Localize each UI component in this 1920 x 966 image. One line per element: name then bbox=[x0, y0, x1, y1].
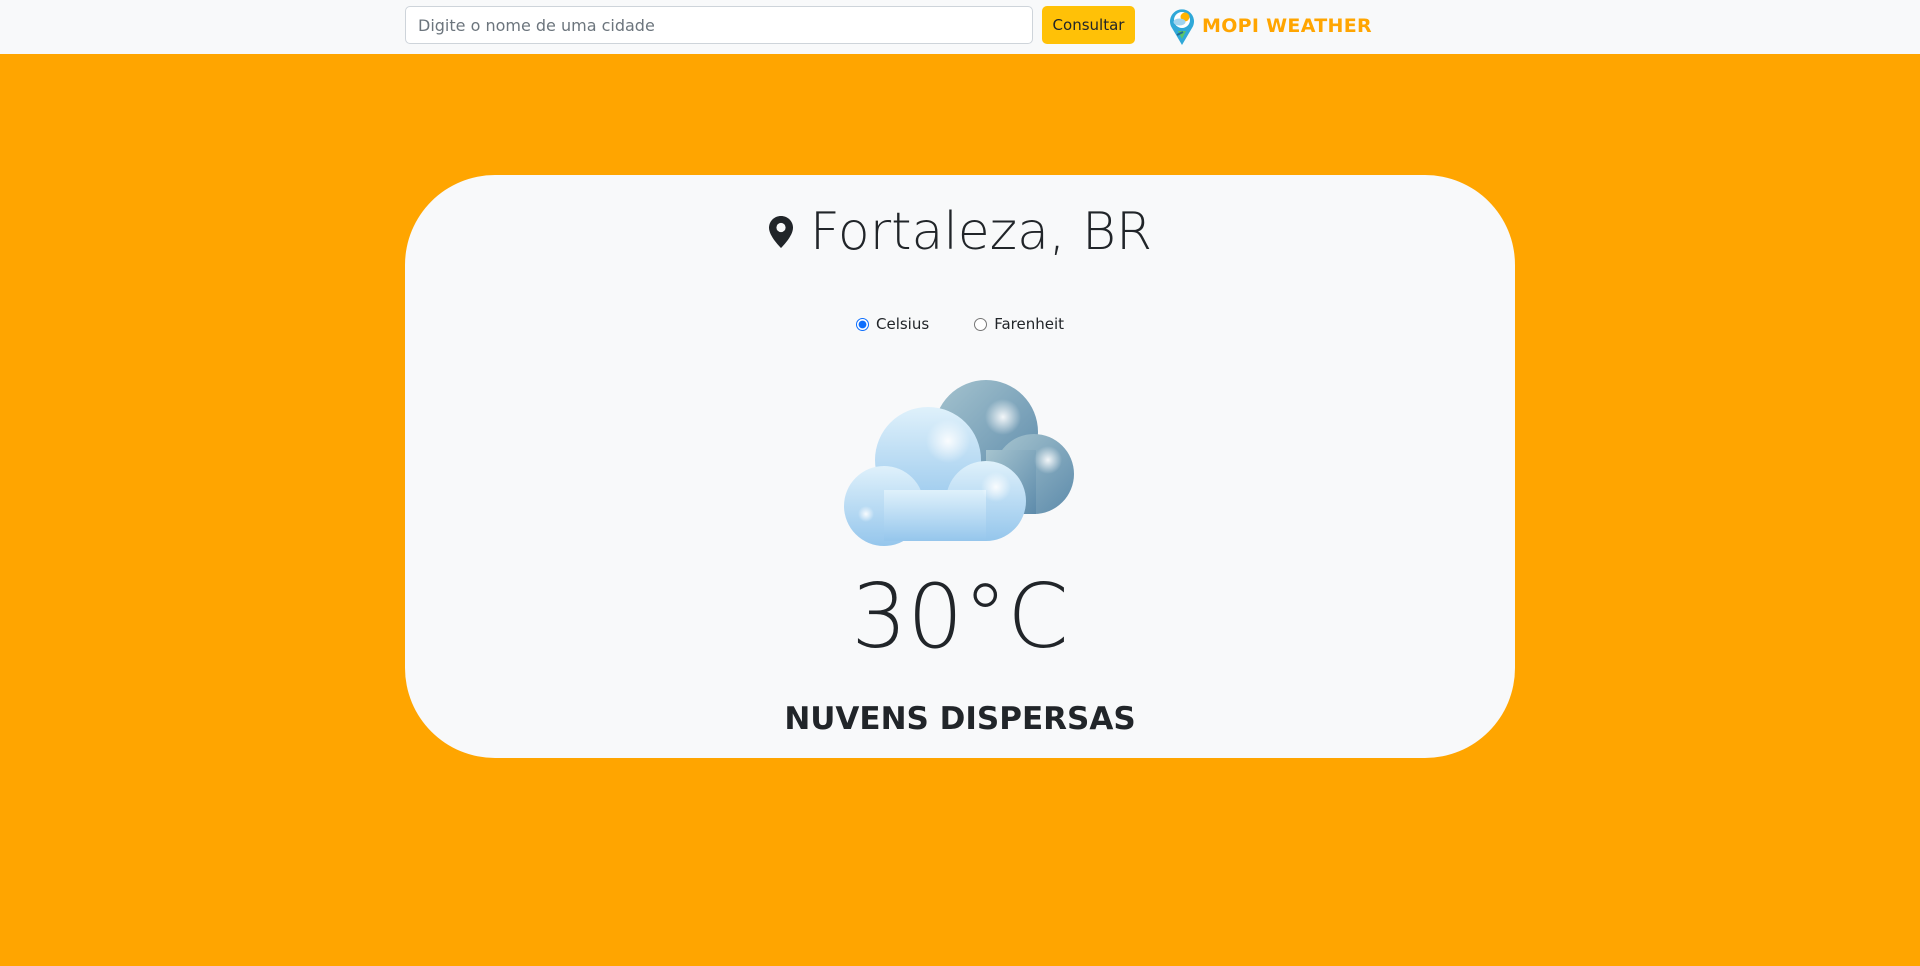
celsius-option[interactable]: Celsius bbox=[856, 315, 929, 333]
weather-icon-container bbox=[836, 380, 1086, 550]
city-search-input[interactable] bbox=[405, 6, 1033, 44]
farenheit-radio[interactable] bbox=[974, 317, 988, 331]
temperature-value: 30°C bbox=[851, 565, 1069, 668]
search-button[interactable]: Consultar bbox=[1042, 6, 1135, 44]
farenheit-label: Farenheit bbox=[994, 315, 1064, 333]
farenheit-option[interactable]: Farenheit bbox=[974, 315, 1064, 333]
celsius-label: Celsius bbox=[876, 315, 930, 333]
location-header: Fortaleza, BR bbox=[405, 197, 1515, 267]
city-name: Fortaleza, BR bbox=[809, 202, 1153, 262]
map-pin-icon bbox=[768, 216, 793, 248]
brand-name: MOPI WEATHER bbox=[1202, 15, 1372, 37]
weather-card: Fortaleza, BR Celsius Farenheit 30°C NUV… bbox=[405, 175, 1515, 758]
brand[interactable]: MOPI WEATHER bbox=[1166, 6, 1372, 46]
top-navbar: Consultar MOPI WEATHER bbox=[0, 0, 1920, 54]
weather-description: NUVENS DISPERSAS bbox=[784, 701, 1136, 737]
unit-selector: Celsius Farenheit bbox=[405, 315, 1515, 333]
celsius-radio[interactable] bbox=[856, 317, 869, 331]
scattered-clouds-icon bbox=[844, 380, 1074, 546]
brand-logo-icon bbox=[1170, 9, 1194, 45]
